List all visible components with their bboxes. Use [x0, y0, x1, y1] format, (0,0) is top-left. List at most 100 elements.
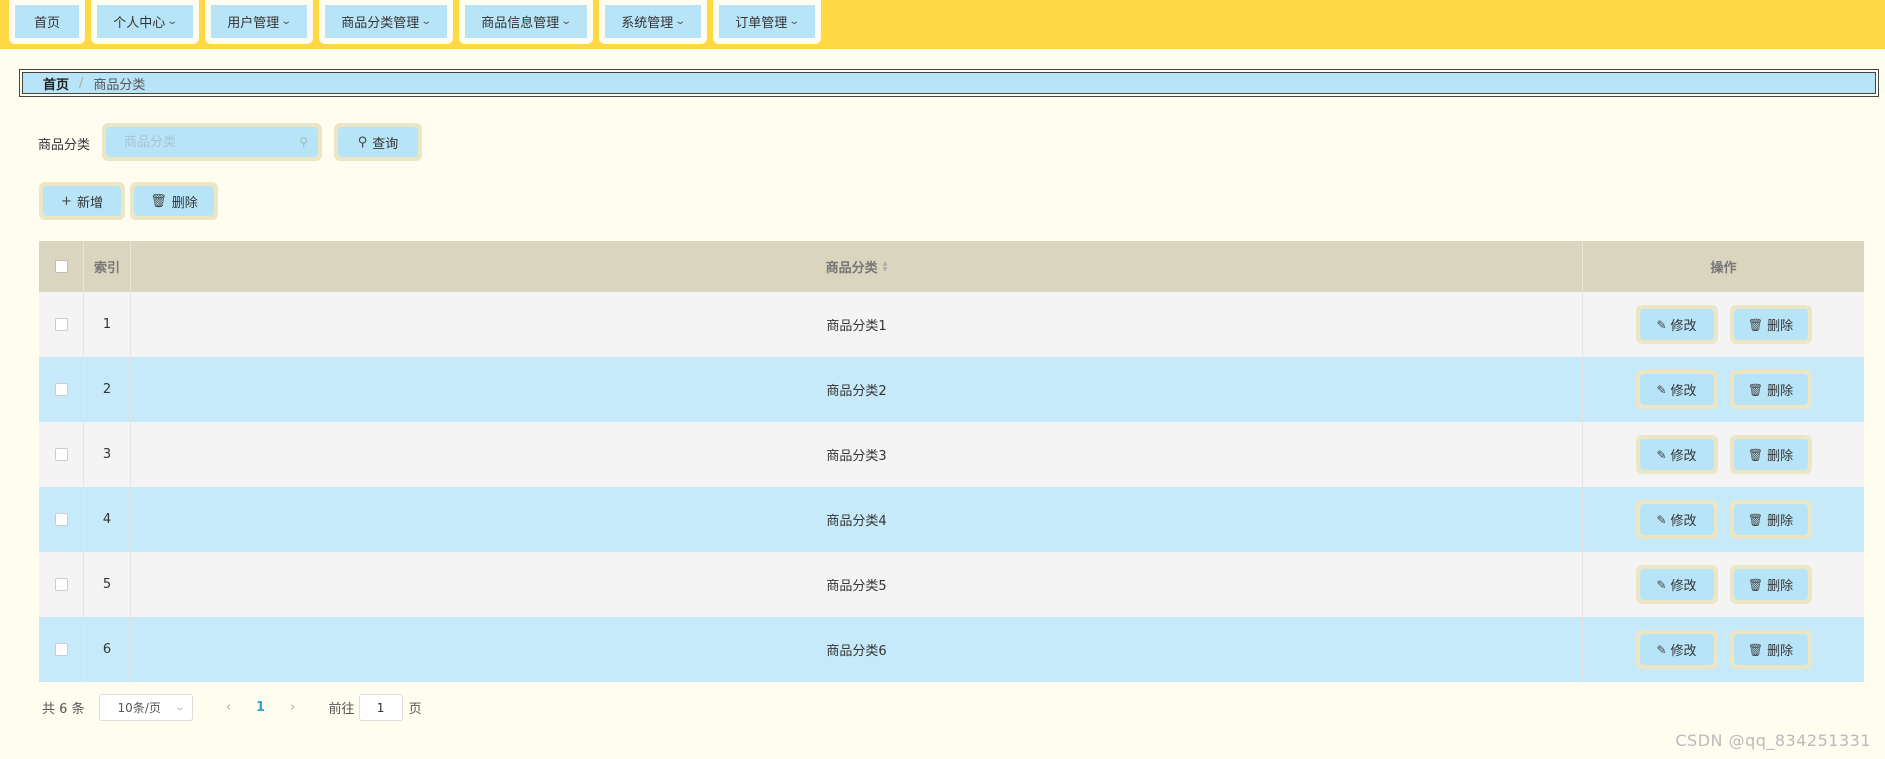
- nav-item-personal-center[interactable]: 个人中心 ⌄: [91, 0, 199, 44]
- header-name-sortable[interactable]: 商品分类 ▲ ▼: [131, 241, 1583, 292]
- edit-button[interactable]: ✎ 修改: [1635, 435, 1718, 474]
- header-actions: 操作: [1710, 261, 1737, 276]
- edit-button-label: 修改: [1670, 644, 1697, 659]
- nav-item-label: 首页: [33, 16, 60, 31]
- row-index: 5: [102, 577, 112, 592]
- row-category-name: 商品分类6: [826, 644, 887, 659]
- nav-item-category-management[interactable]: 商品分类管理 ⌄: [319, 0, 453, 44]
- page-number-button[interactable]: 1: [244, 694, 277, 721]
- edit-button[interactable]: ✎ 修改: [1635, 500, 1718, 539]
- row-checkbox[interactable]: [54, 513, 68, 526]
- chevron-down-icon: ⌄: [420, 16, 433, 27]
- select-all-checkbox[interactable]: [54, 260, 68, 273]
- nav-item-label: 商品分类管理: [341, 16, 420, 31]
- delete-button[interactable]: 🗑 删除: [1729, 435, 1812, 474]
- edit-button[interactable]: ✎ 修改: [1635, 305, 1718, 344]
- row-category-name: 商品分类5: [826, 579, 887, 594]
- edit-button-label: 修改: [1670, 449, 1697, 464]
- header-name: 商品分类: [825, 261, 878, 276]
- delete-button[interactable]: 🗑 删除: [1729, 500, 1812, 539]
- table-row: 3 商品分类3 ✎ 修改 🗑 删除: [39, 422, 1864, 487]
- row-checkbox[interactable]: [54, 318, 68, 331]
- breadcrumb-current: 商品分类: [93, 77, 146, 93]
- batch-delete-button-label: 删除: [171, 195, 198, 211]
- delete-button[interactable]: 🗑 删除: [1729, 305, 1812, 344]
- nav-item-label: 订单管理: [735, 16, 788, 31]
- query-button-label: 查询: [372, 136, 399, 152]
- table-row: 5 商品分类5 ✎ 修改 🗑 删除: [39, 552, 1864, 617]
- query-button[interactable]: ⚲ 查询: [334, 123, 422, 161]
- edit-button-label: 修改: [1670, 384, 1697, 399]
- row-index: 3: [102, 447, 112, 462]
- add-button-label: 新增: [76, 195, 103, 211]
- row-checkbox[interactable]: [54, 643, 68, 656]
- header-index: 索引: [93, 261, 120, 276]
- table-row: 1 商品分类1 ✎ 修改 🗑 删除: [39, 292, 1864, 357]
- chevron-left-icon: ‹: [225, 700, 232, 715]
- row-checkbox[interactable]: [54, 383, 68, 396]
- category-table: 索引 商品分类 ▲ ▼ 操作 1 商品分类1 ✎ 修改 🗑 删除 2 商品分类2 ✎ 修…: [39, 241, 1864, 682]
- search-label: 商品分类: [38, 138, 91, 153]
- row-index: 6: [102, 642, 112, 657]
- chevron-down-icon: ⌄: [674, 16, 687, 27]
- trash-icon: 🗑: [150, 193, 167, 209]
- nav-item-product-management[interactable]: 商品信息管理 ⌄: [459, 0, 593, 44]
- delete-button[interactable]: 🗑 删除: [1729, 565, 1812, 604]
- edit-button-label: 修改: [1670, 319, 1697, 334]
- next-page-button[interactable]: ›: [276, 694, 309, 721]
- nav-item-system-management[interactable]: 系统管理 ⌄: [599, 0, 707, 44]
- nav-item-home[interactable]: 首页: [9, 0, 85, 44]
- nav-item-label: 用户管理: [227, 16, 280, 31]
- edit-icon: ✎: [1656, 382, 1667, 397]
- row-category-name: 商品分类4: [826, 514, 887, 529]
- delete-button[interactable]: 🗑 删除: [1729, 370, 1812, 409]
- nav-item-user-management[interactable]: 用户管理 ⌄: [205, 0, 313, 44]
- page-size-value: 10条/页: [117, 701, 161, 715]
- edit-button[interactable]: ✎ 修改: [1635, 565, 1718, 604]
- edit-icon: ✎: [1656, 512, 1667, 527]
- nav-item-label: 商品信息管理: [481, 16, 560, 31]
- batch-delete-button[interactable]: 🗑 删除: [130, 182, 218, 220]
- pagination: 共 6 条 10条/页 ⌄ ‹ 1 › 前往 页: [42, 694, 422, 721]
- nav-item-order-management[interactable]: 订单管理 ⌄: [713, 0, 821, 44]
- edit-button[interactable]: ✎ 修改: [1635, 370, 1718, 409]
- prev-page-button[interactable]: ‹: [212, 694, 245, 721]
- breadcrumb-container: 首页 / 商品分类: [19, 69, 1879, 97]
- edit-button[interactable]: ✎ 修改: [1635, 630, 1718, 669]
- search-icon: ⚲: [299, 135, 308, 149]
- delete-button-label: 删除: [1767, 384, 1794, 399]
- search-input[interactable]: [122, 133, 282, 151]
- table-row: 2 商品分类2 ✎ 修改 🗑 删除: [39, 357, 1864, 422]
- delete-button-label: 删除: [1767, 449, 1794, 464]
- search-icon: ⚲: [357, 134, 368, 150]
- sort-icon[interactable]: ▲ ▼: [883, 260, 888, 273]
- chevron-down-icon: ⌄: [560, 16, 573, 27]
- row-index: 4: [102, 512, 112, 527]
- table-row: 4 商品分类4 ✎ 修改 🗑 删除: [39, 487, 1864, 552]
- edit-icon: ✎: [1656, 317, 1667, 332]
- add-button[interactable]: + 新增: [39, 182, 125, 220]
- row-category-name: 商品分类3: [826, 449, 887, 464]
- row-checkbox[interactable]: [54, 448, 68, 461]
- edit-icon: ✎: [1656, 447, 1667, 462]
- chevron-right-icon: ›: [289, 700, 296, 715]
- breadcrumb-home[interactable]: 首页: [43, 74, 69, 93]
- nav-item-label: 个人中心: [113, 16, 166, 31]
- pagination-total: 共 6 条: [42, 702, 85, 717]
- edit-button-label: 修改: [1670, 579, 1697, 594]
- row-category-name: 商品分类2: [826, 384, 887, 399]
- row-checkbox[interactable]: [54, 578, 68, 591]
- delete-button[interactable]: 🗑 删除: [1729, 630, 1812, 669]
- chevron-down-icon: ⌄: [166, 16, 179, 27]
- trash-icon: 🗑: [1747, 642, 1764, 657]
- chevron-down-icon: ⌄: [788, 16, 801, 27]
- delete-button-label: 删除: [1767, 514, 1794, 529]
- goto-suffix: 页: [408, 702, 422, 717]
- trash-icon: 🗑: [1747, 382, 1764, 397]
- row-category-name: 商品分类1: [826, 319, 887, 334]
- page-size-select[interactable]: 10条/页 ⌄: [98, 694, 193, 721]
- watermark: CSDN @qq_834251331: [1675, 731, 1871, 750]
- table-row: 6 商品分类6 ✎ 修改 🗑 删除: [39, 617, 1864, 682]
- goto-page-input[interactable]: [358, 694, 403, 721]
- chevron-down-icon: ⌄: [280, 16, 293, 27]
